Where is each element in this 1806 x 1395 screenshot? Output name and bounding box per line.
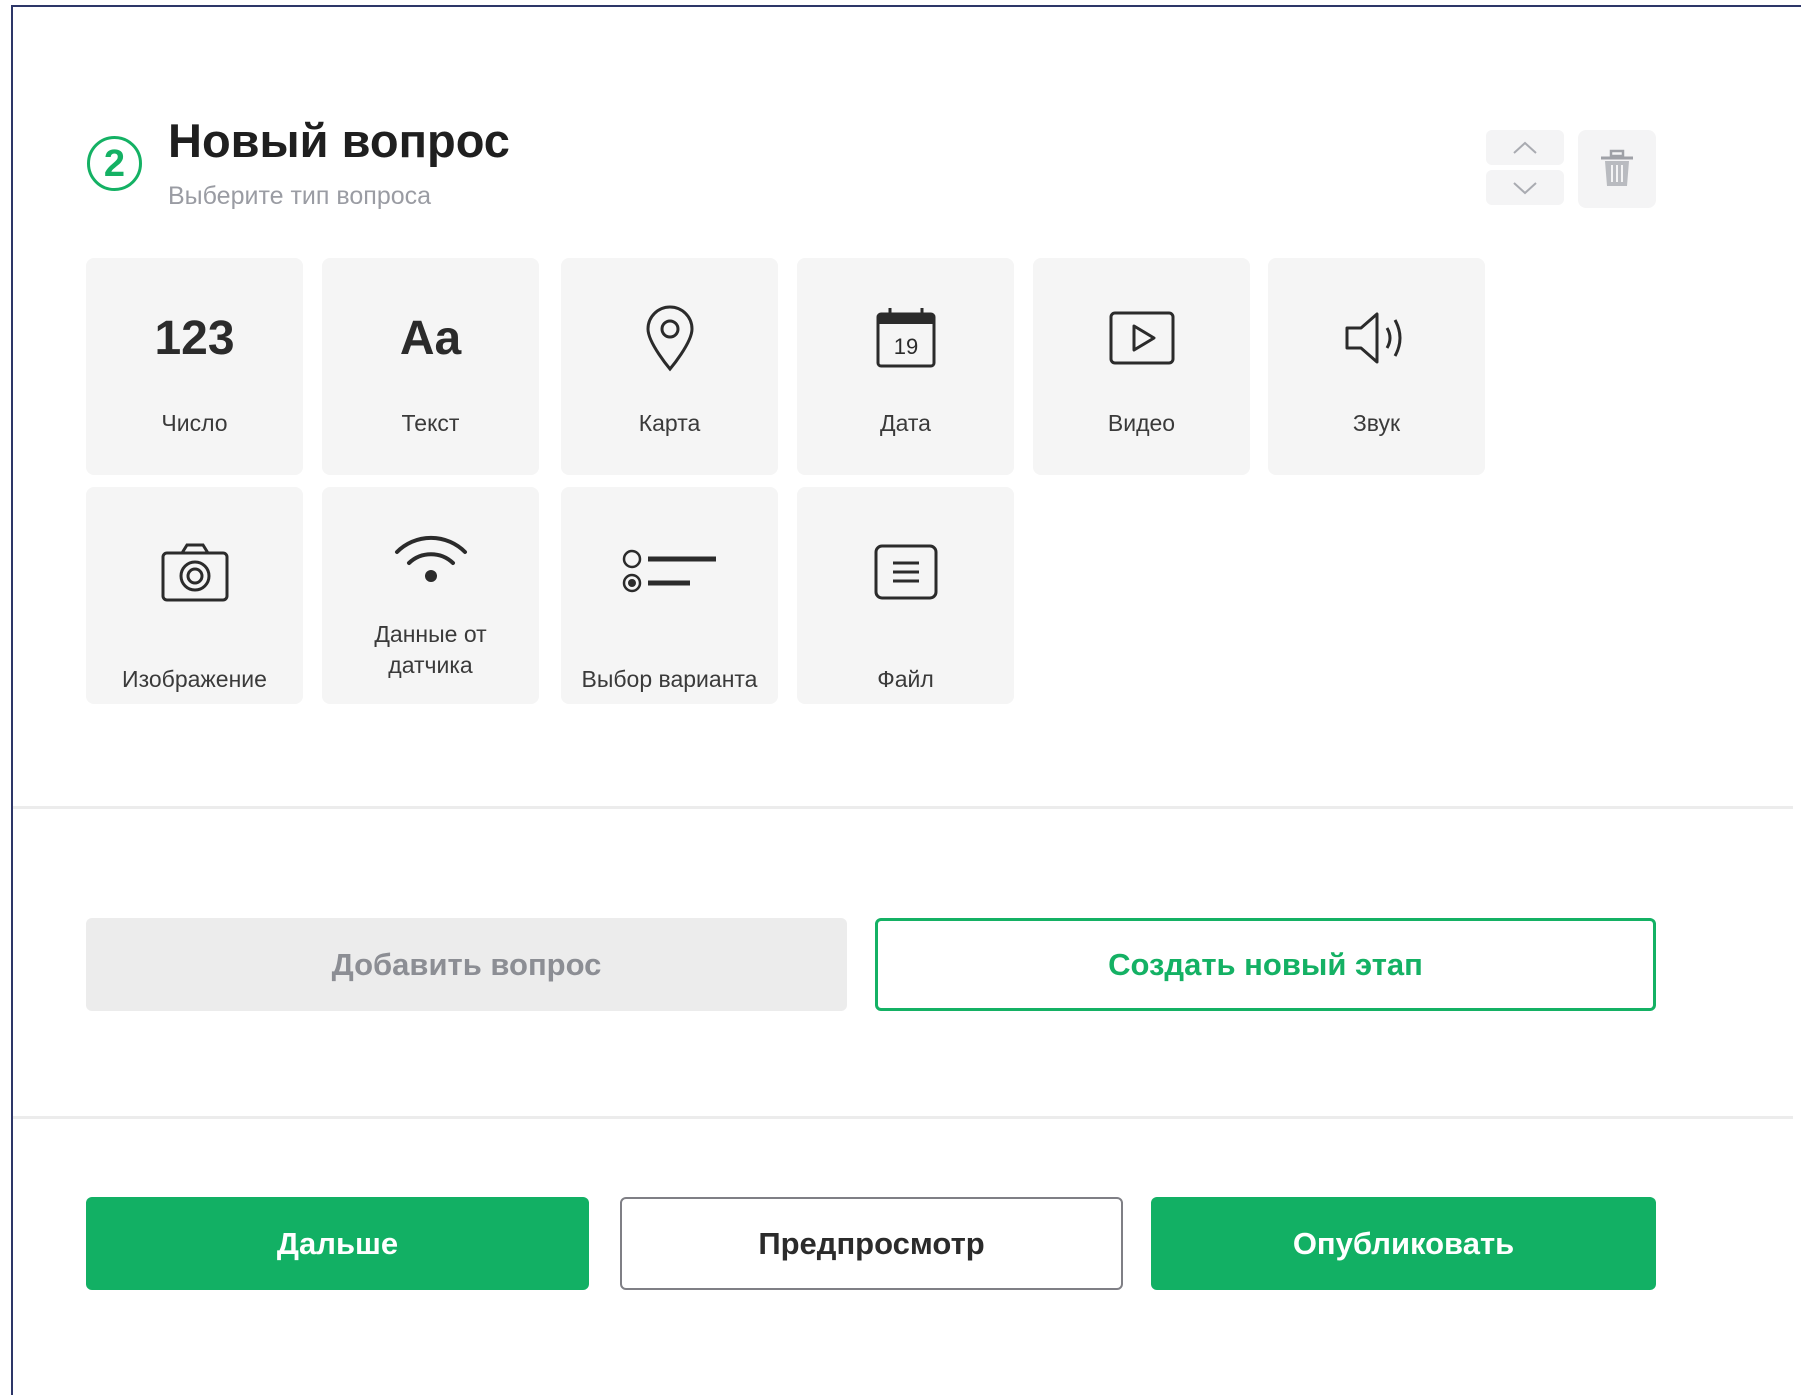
question-type-label: Изображение [122,666,267,692]
next-button[interactable]: Дальше [86,1197,589,1290]
question-type-label: Число [161,410,228,436]
section-divider [13,1116,1793,1119]
trash-icon [1601,149,1633,186]
preview-button[interactable]: Предпросмотр [620,1197,1123,1290]
delete-question-button[interactable] [1578,130,1656,208]
add-question-button[interactable]: Добавить вопрос [86,918,847,1011]
question-type-date[interactable]: 19 Дата [797,258,1014,475]
speaker-icon [1268,298,1485,378]
wifi-sensor-icon [322,529,539,589]
question-type-file[interactable]: Файл [797,487,1014,704]
question-subtitle: Выберите тип вопроса [168,182,432,210]
video-play-icon [1033,298,1250,378]
file-document-icon [797,532,1014,612]
svg-text:19: 19 [893,334,917,359]
question-type-label: Файл [877,666,934,692]
question-type-number[interactable]: 123 Число [86,258,303,475]
question-type-label: Карта [638,410,701,436]
move-up-button[interactable] [1486,130,1564,165]
question-type-label: Выбор варианта [581,666,758,692]
text-aa-icon: Aa [399,311,462,365]
question-type-map[interactable]: Карта [561,258,778,475]
question-type-label: Текст [401,410,460,436]
camera-icon [86,532,303,612]
calendar-icon: 19 [797,298,1014,378]
create-stage-button[interactable]: Создать новый этап [875,918,1656,1011]
label-line-2: датчика [388,652,473,678]
question-type-sound[interactable]: Звук [1268,258,1485,475]
step-number-badge: 2 [87,136,142,191]
section-divider [13,806,1793,809]
question-type-text[interactable]: Aa Текст [322,258,539,475]
question-type-image[interactable]: Изображение [86,487,303,704]
move-down-button[interactable] [1486,170,1564,205]
question-type-video[interactable]: Видео [1033,258,1250,475]
chevron-up-icon [1513,141,1537,154]
question-title: Новый вопрос [168,114,510,167]
question-type-sensor-data[interactable]: Данные от датчика [322,487,539,704]
question-type-label: Дата [880,410,931,436]
label-line-1: Данные от [374,621,487,647]
publish-button[interactable]: Опубликовать [1151,1197,1656,1290]
reorder-controls [1486,130,1564,208]
number-123-icon: 123 [154,311,235,365]
question-type-label: Звук [1352,410,1401,436]
question-type-label: Видео [1107,410,1176,436]
chevron-down-icon [1513,181,1537,194]
question-type-label: Данные от датчика [328,619,533,681]
map-pin-icon [561,298,778,378]
question-type-choice[interactable]: Выбор варианта [561,487,778,704]
radio-choice-icon [561,532,778,612]
